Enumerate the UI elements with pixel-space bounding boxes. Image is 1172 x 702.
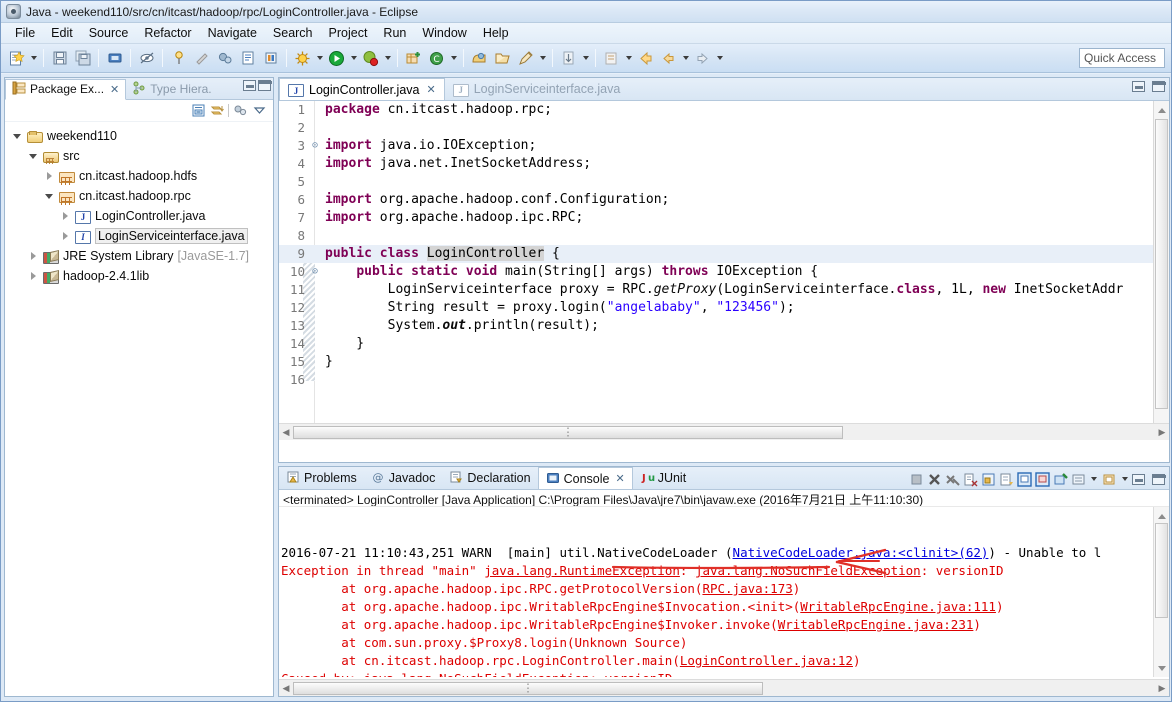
red-arrow-annotation bbox=[611, 548, 887, 575]
eclipse-window: Java - weekend110/src/cn/itcast/hadoop/r… bbox=[0, 0, 1172, 702]
